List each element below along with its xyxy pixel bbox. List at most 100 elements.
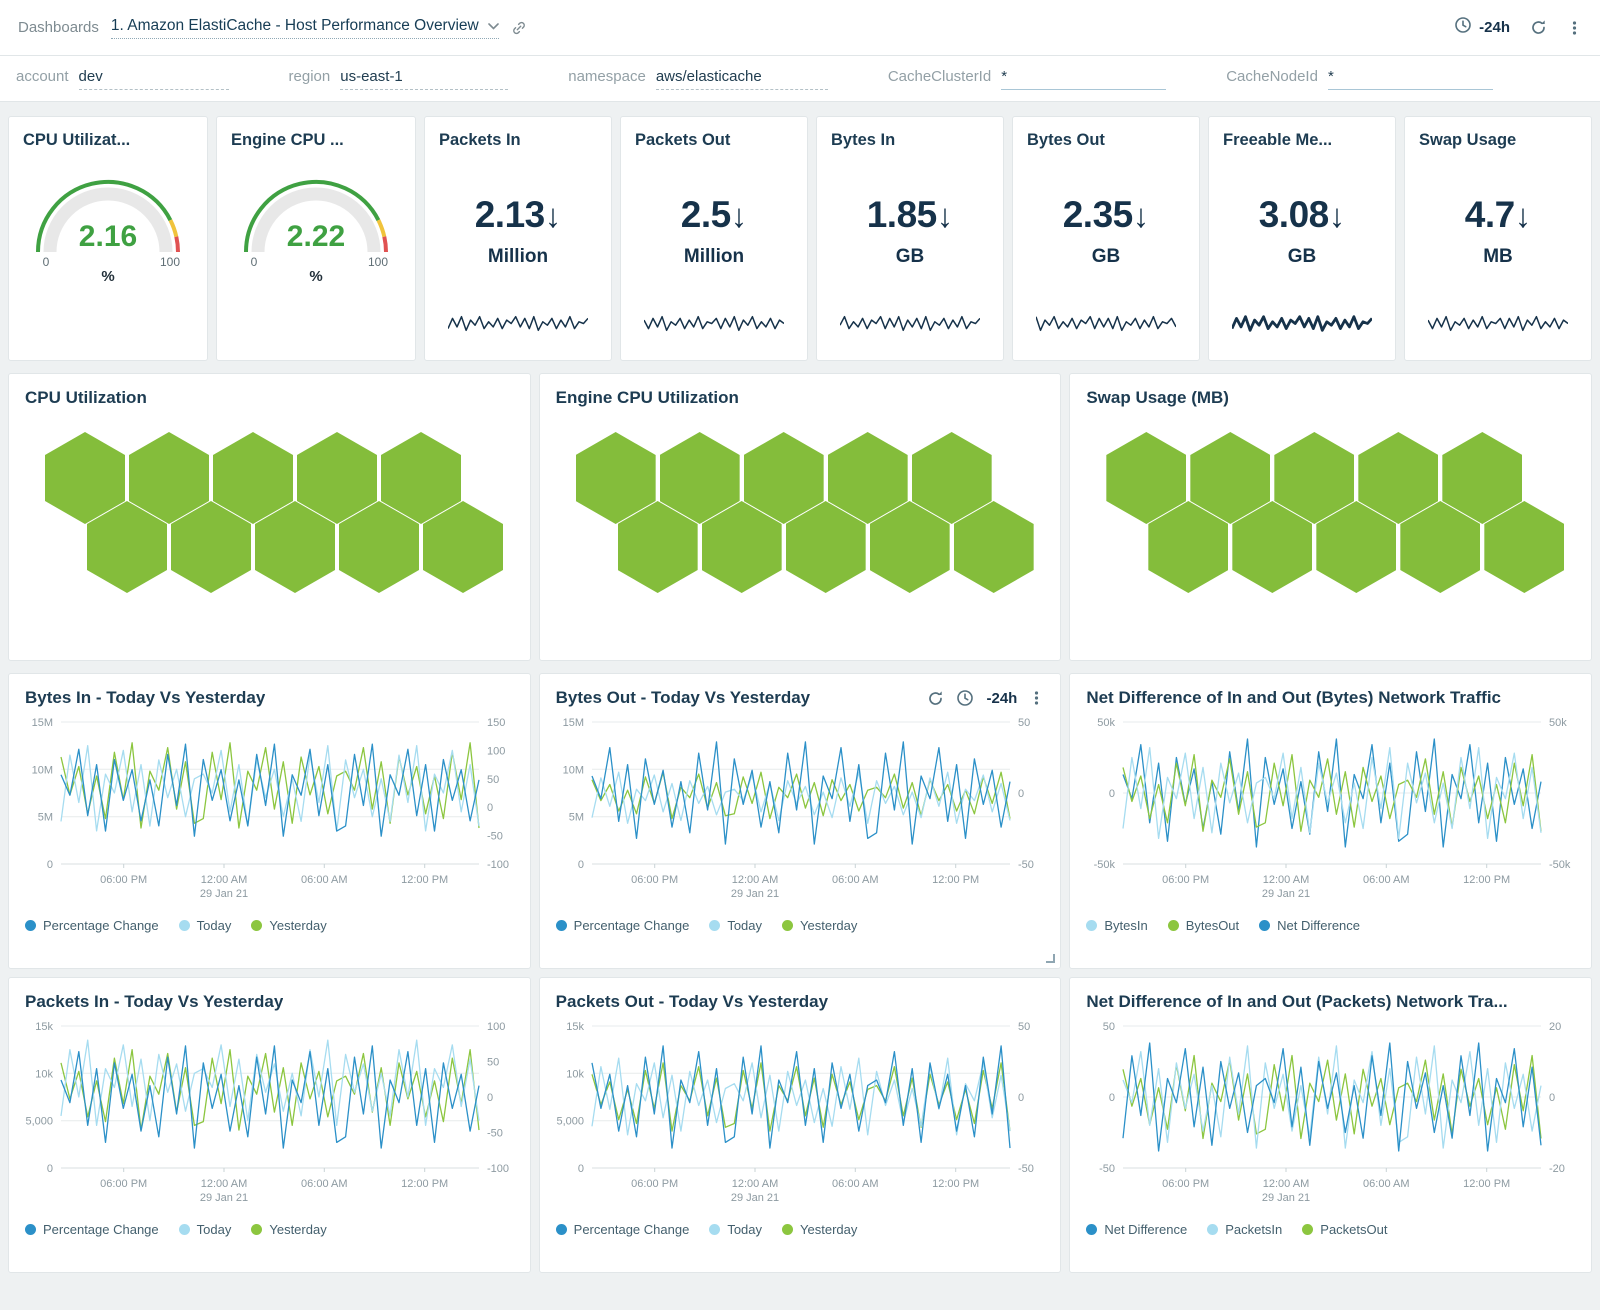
legend-item[interactable]: Percentage Change	[556, 918, 690, 933]
filter-value-input[interactable]: aws/elasticache	[656, 68, 828, 90]
refresh-icon[interactable]	[1530, 19, 1547, 36]
legend-item[interactable]: Today	[709, 918, 762, 933]
gauge-value: 2.16	[79, 220, 137, 253]
chart-legend: BytesIn BytesOut Net Difference	[1070, 914, 1591, 933]
svg-text:0: 0	[1018, 1092, 1024, 1104]
legend-color-dot	[1086, 1224, 1097, 1235]
line-chart[interactable]: 500-50200-2006:00 PM12:00 AM29 Jan 2106:…	[1079, 1018, 1583, 1218]
svg-text:5,000: 5,000	[26, 1116, 54, 1128]
kebab-menu-icon[interactable]	[1567, 20, 1582, 36]
legend-item[interactable]: Yesterday	[782, 1222, 857, 1237]
svg-text:06:00 PM: 06:00 PM	[1162, 1178, 1209, 1190]
legend-item[interactable]: BytesIn	[1086, 918, 1147, 933]
honeycomb-panel-cpu-utilization: CPU Utilization	[8, 373, 531, 661]
line-chart[interactable]: 15k10k5,0000500-5006:00 PM12:00 AM29 Jan…	[548, 1018, 1052, 1218]
stat-value-wrap: 4.7↓	[1419, 194, 1577, 236]
stat-card-title: CPU Utilizat...	[23, 131, 193, 150]
svg-text:06:00 PM: 06:00 PM	[100, 874, 147, 886]
stat-value: 2.5	[681, 194, 731, 235]
clock-icon[interactable]	[956, 689, 974, 707]
chart-legend: Percentage Change Today Yesterday	[540, 914, 1061, 933]
line-chart[interactable]: 15k10k5,0000100500-50-10006:00 PM12:00 A…	[17, 1018, 521, 1218]
legend-item[interactable]: Today	[179, 918, 232, 933]
kebab-menu-icon[interactable]	[1029, 690, 1044, 706]
svg-text:12:00 AM: 12:00 AM	[1262, 874, 1308, 886]
breadcrumb[interactable]: Dashboards	[18, 19, 99, 36]
legend-item[interactable]: Today	[179, 1222, 232, 1237]
clock-icon	[1454, 16, 1472, 39]
svg-text:15M: 15M	[32, 717, 53, 729]
panel-title-row: Swap Usage (MB)	[1070, 374, 1591, 414]
filter-value-input[interactable]: *	[1001, 68, 1166, 90]
stat-card-bytes-out: Bytes Out2.35↓GB	[1012, 116, 1200, 361]
line-chart[interactable]: 15M10M5M0500-5006:00 PM12:00 AM29 Jan 21…	[548, 714, 1052, 914]
chart-legend: Percentage Change Today Yesterday	[540, 1218, 1061, 1237]
legend-color-dot	[1168, 920, 1179, 931]
stat-value: 2.35	[1063, 194, 1133, 235]
svg-text:12:00 AM: 12:00 AM	[732, 1178, 778, 1190]
svg-text:10k: 10k	[36, 1068, 54, 1080]
legend-item[interactable]: Net Difference	[1259, 918, 1360, 933]
stat-card-freeable-memory: Freeable Me...3.08↓GB	[1208, 116, 1396, 361]
legend-label: BytesOut	[1186, 918, 1239, 933]
svg-text:0: 0	[1018, 788, 1024, 800]
panel-time-range-label[interactable]: -24h	[986, 690, 1017, 707]
panel-title-row: Packets In - Today Vs Yesterday	[9, 978, 530, 1018]
chevron-down-icon	[488, 17, 499, 35]
legend-item[interactable]: Percentage Change	[25, 1222, 159, 1237]
charts-grid: Bytes In - Today Vs Yesterday15M10M5M015…	[8, 673, 1592, 1273]
panel-title-row: Net Difference of In and Out (Bytes) Net…	[1070, 674, 1591, 714]
filter-value-input[interactable]: us-east-1	[340, 68, 508, 90]
filter-value-input[interactable]: dev	[79, 68, 229, 90]
stat-value-wrap: 1.85↓	[831, 194, 989, 236]
resize-handle[interactable]	[1046, 954, 1055, 963]
legend-color-dot	[709, 1224, 720, 1235]
filter-value-input[interactable]: *	[1328, 68, 1493, 90]
legend-item[interactable]: Net Difference	[1086, 1222, 1187, 1237]
legend-color-dot	[782, 920, 793, 931]
panel-title: Swap Usage (MB)	[1086, 388, 1229, 408]
dashboard-title-select[interactable]: 1. Amazon ElastiCache - Host Performance…	[111, 17, 499, 39]
legend-item[interactable]: Yesterday	[251, 918, 326, 933]
line-chart[interactable]: 15M10M5M0150100500-50-10006:00 PM12:00 A…	[17, 714, 521, 914]
trend-down-arrow-icon: ↓	[731, 197, 748, 234]
line-chart[interactable]: 50k0-50k50k-50k06:00 PM12:00 AM29 Jan 21…	[1079, 714, 1583, 914]
gauge-min-label: 0	[251, 255, 258, 268]
stat-value: 3.08	[1259, 194, 1329, 235]
panel-title-row: Net Difference of In and Out (Packets) N…	[1070, 978, 1591, 1018]
refresh-icon[interactable]	[927, 690, 944, 707]
panel-title-row: Bytes Out - Today Vs Yesterday-24h	[540, 674, 1061, 714]
chart-panel-net-difference-of-in-and-out-packets-network-tra: Net Difference of In and Out (Packets) N…	[1069, 977, 1592, 1273]
legend-item[interactable]: PacketsOut	[1302, 1222, 1387, 1237]
svg-text:29 Jan 21: 29 Jan 21	[200, 1192, 248, 1204]
filter-label: region	[289, 68, 331, 85]
svg-text:12:00 PM: 12:00 PM	[401, 874, 448, 886]
panel-title: Net Difference of In and Out (Bytes) Net…	[1086, 688, 1501, 708]
legend-label: PacketsOut	[1320, 1222, 1387, 1237]
filter-account: accountdev	[16, 68, 229, 90]
chart-panel-packets-out-today-vs-yesterday: Packets Out - Today Vs Yesterday15k10k5,…	[539, 977, 1062, 1273]
legend-item[interactable]: Percentage Change	[25, 918, 159, 933]
legend-item[interactable]: Yesterday	[251, 1222, 326, 1237]
time-range-control[interactable]: -24h	[1454, 16, 1510, 39]
legend-item[interactable]: BytesOut	[1168, 918, 1239, 933]
stat-card-engine-cpu-utilization: Engine CPU ... 2.22 0 100 %	[216, 116, 416, 361]
svg-text:10M: 10M	[563, 764, 584, 776]
svg-text:-50: -50	[487, 1128, 503, 1140]
svg-text:50: 50	[487, 774, 499, 786]
stat-value-wrap: 2.13↓	[439, 194, 597, 236]
link-icon[interactable]	[511, 20, 527, 36]
svg-text:-100: -100	[487, 1163, 509, 1175]
legend-color-dot	[25, 1224, 36, 1235]
svg-text:5M: 5M	[569, 812, 584, 824]
svg-text:-50: -50	[1018, 1163, 1034, 1175]
legend-item[interactable]: Yesterday	[782, 918, 857, 933]
svg-text:-50: -50	[1018, 859, 1034, 871]
legend-item[interactable]: Percentage Change	[556, 1222, 690, 1237]
stat-unit-label: Million	[439, 246, 597, 268]
svg-text:0: 0	[47, 859, 53, 871]
svg-text:12:00 AM: 12:00 AM	[201, 874, 247, 886]
stat-unit-label: GB	[831, 246, 989, 268]
legend-item[interactable]: Today	[709, 1222, 762, 1237]
legend-item[interactable]: PacketsIn	[1207, 1222, 1282, 1237]
